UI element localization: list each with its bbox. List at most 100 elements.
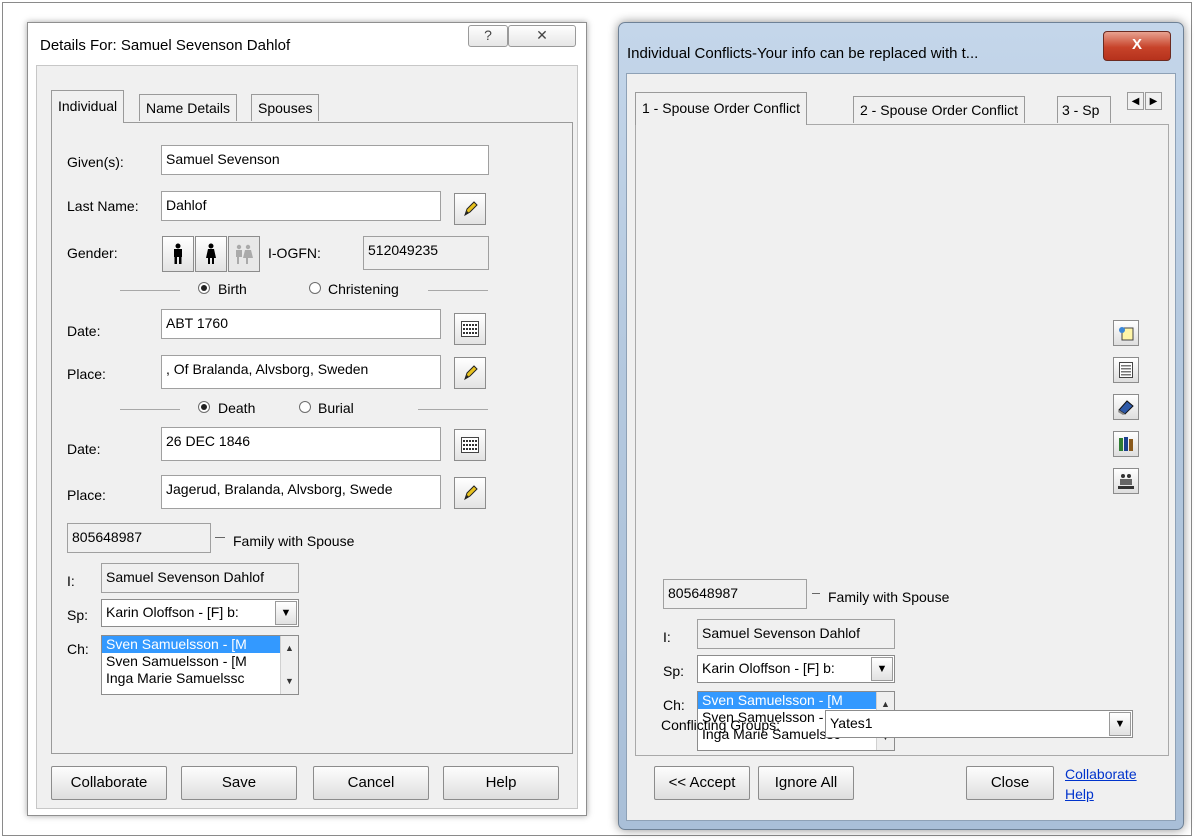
given-input[interactable]: Samuel Sevenson bbox=[161, 145, 489, 175]
burial-radio[interactable] bbox=[299, 401, 311, 413]
tab-individual-label: Individual bbox=[58, 98, 118, 114]
collaborate-button[interactable]: Collaborate bbox=[51, 766, 167, 800]
tab-name-details[interactable]: Name Details bbox=[139, 94, 238, 121]
children-label: Ch: bbox=[67, 641, 89, 657]
gender-male-button[interactable] bbox=[162, 236, 194, 272]
tab-conflict-3[interactable]: 3 - Sp bbox=[1057, 96, 1111, 123]
family-label: Family with Spouse bbox=[828, 589, 950, 605]
cancel-button[interactable]: Cancel bbox=[313, 766, 429, 800]
tab-spouses[interactable]: Spouses bbox=[251, 94, 320, 121]
spouse-select-value: Karin Oloffson - [F] b: bbox=[106, 604, 239, 620]
tab-individual[interactable]: Individual bbox=[51, 90, 125, 123]
spouse-label: Sp: bbox=[663, 663, 685, 679]
birth-radio[interactable] bbox=[198, 282, 210, 294]
death-radio[interactable] bbox=[198, 401, 210, 413]
calendar-icon bbox=[461, 437, 479, 453]
close-icon: ✕ bbox=[536, 27, 548, 43]
separator bbox=[812, 593, 820, 594]
conflict-panel: 805648987 Family with Spouse I: Samuel S… bbox=[635, 124, 1169, 756]
unknown-gender-icon bbox=[236, 244, 253, 264]
chevron-down-icon[interactable]: ▼ bbox=[275, 601, 297, 625]
accept-button[interactable]: << Accept bbox=[654, 766, 750, 800]
separator bbox=[428, 290, 488, 291]
birth-place-label: Place: bbox=[67, 366, 106, 382]
close-title-button[interactable]: ✕ bbox=[508, 25, 576, 47]
ogfn-label: I-OGFN: bbox=[268, 245, 321, 261]
christening-radio-label: Christening bbox=[328, 281, 399, 297]
individual-label: I: bbox=[67, 573, 75, 589]
death-date-input[interactable]: 26 DEC 1846 bbox=[161, 427, 441, 461]
lastname-label: Last Name: bbox=[67, 198, 139, 214]
scroll-down-icon[interactable]: ▼ bbox=[281, 673, 298, 690]
individual-field: Samuel Sevenson Dahlof bbox=[697, 619, 895, 649]
calendar-icon bbox=[461, 321, 479, 337]
pencil-icon bbox=[464, 485, 478, 501]
eraser-icon[interactable] bbox=[1113, 394, 1139, 420]
pencil-icon bbox=[464, 365, 478, 381]
lastname-edit-button[interactable] bbox=[454, 193, 486, 225]
tab-conflict-1-label: 1 - Spouse Order Conflict bbox=[642, 100, 800, 116]
list-item[interactable]: Sven Samuelsson - [M bbox=[698, 692, 894, 709]
chevron-down-icon[interactable]: ▼ bbox=[871, 657, 893, 681]
spouse-select[interactable]: Karin Oloffson - [F] b: ▼ bbox=[101, 599, 299, 627]
copy-to-icon[interactable] bbox=[1113, 320, 1139, 346]
birth-date-input[interactable]: ABT 1760 bbox=[161, 309, 441, 339]
tab-scroll-right-icon[interactable]: ▶ bbox=[1145, 92, 1162, 110]
books-icon[interactable] bbox=[1113, 431, 1139, 457]
individual-field: Samuel Sevenson Dahlof bbox=[101, 563, 299, 593]
children-list[interactable]: Sven Samuelsson - [M Sven Samuelsson - [… bbox=[101, 635, 299, 695]
birth-radio-label: Birth bbox=[218, 281, 247, 297]
death-radio-label: Death bbox=[218, 400, 256, 416]
pencil-icon bbox=[464, 201, 478, 217]
chevron-down-icon[interactable]: ▼ bbox=[1109, 712, 1131, 736]
death-date-label: Date: bbox=[67, 441, 101, 457]
copy-glyph bbox=[1119, 327, 1134, 341]
family-tree-icon[interactable] bbox=[1113, 468, 1139, 494]
close-button[interactable]: X bbox=[1103, 31, 1171, 61]
help-link[interactable]: Help bbox=[1065, 786, 1094, 802]
birth-place-input[interactable]: , Of Bralanda, Alvsborg, Sweden bbox=[161, 355, 441, 389]
birth-place-edit-button[interactable] bbox=[454, 357, 486, 389]
spouse-select-value: Karin Oloffson - [F] b: bbox=[702, 660, 835, 676]
gender-female-button[interactable] bbox=[195, 236, 227, 272]
conflicting-groups-select[interactable]: Yates1 ▼ bbox=[825, 710, 1133, 738]
list-item[interactable]: Sven Samuelsson - [M bbox=[102, 636, 298, 653]
details-titlebar: Details For: Samuel Sevenson Dahlof ? ✕ bbox=[28, 23, 586, 63]
help-title-button[interactable]: ? bbox=[468, 25, 508, 47]
scroll-up-icon[interactable]: ▲ bbox=[281, 640, 298, 657]
tab-conflict-2[interactable]: 2 - Spouse Order Conflict bbox=[853, 96, 1025, 123]
save-button[interactable]: Save bbox=[181, 766, 297, 800]
death-date-calendar-button[interactable] bbox=[454, 429, 486, 461]
details-dialog: Details For: Samuel Sevenson Dahlof ? ✕ … bbox=[27, 22, 587, 816]
male-icon bbox=[174, 243, 182, 264]
tab-scroll-left-icon[interactable]: ◀ bbox=[1127, 92, 1144, 110]
help-button[interactable]: Help bbox=[443, 766, 559, 800]
collaborate-link[interactable]: Collaborate bbox=[1065, 766, 1137, 782]
birth-date-label: Date: bbox=[67, 323, 101, 339]
separator bbox=[215, 537, 225, 538]
christening-radio[interactable] bbox=[309, 282, 321, 294]
family-glyph bbox=[1118, 474, 1134, 489]
tab-name-details-label: Name Details bbox=[146, 100, 231, 116]
list-item[interactable]: Inga Marie Samuelssc bbox=[102, 670, 298, 687]
family-label: Family with Spouse bbox=[233, 533, 355, 549]
gender-unknown-button[interactable] bbox=[228, 236, 260, 272]
lastname-input[interactable]: Dahlof bbox=[161, 191, 441, 221]
close-dialog-button[interactable]: Close bbox=[966, 766, 1054, 800]
separator bbox=[120, 290, 180, 291]
family-id-field: 805648987 bbox=[67, 523, 211, 553]
ignore-all-button[interactable]: Ignore All bbox=[758, 766, 854, 800]
document-icon[interactable] bbox=[1113, 357, 1139, 383]
list-item[interactable]: Sven Samuelsson - [M bbox=[102, 653, 298, 670]
children-scrollbar[interactable]: ▲ ▼ bbox=[280, 636, 298, 694]
conflicts-dialog: Individual Conflicts-Your info can be re… bbox=[618, 22, 1184, 830]
details-client: Individual Name Details Spouses Given(s)… bbox=[36, 65, 578, 809]
tab-conflict-1[interactable]: 1 - Spouse Order Conflict bbox=[635, 92, 807, 125]
eraser-glyph bbox=[1118, 400, 1134, 415]
death-place-edit-button[interactable] bbox=[454, 477, 486, 509]
conflicting-groups-value: Yates1 bbox=[830, 715, 873, 731]
spouse-select[interactable]: Karin Oloffson - [F] b: ▼ bbox=[697, 655, 895, 683]
death-place-input[interactable]: Jagerud, Bralanda, Alvsborg, Swede bbox=[161, 475, 441, 509]
birth-date-calendar-button[interactable] bbox=[454, 313, 486, 345]
burial-radio-label: Burial bbox=[318, 400, 354, 416]
